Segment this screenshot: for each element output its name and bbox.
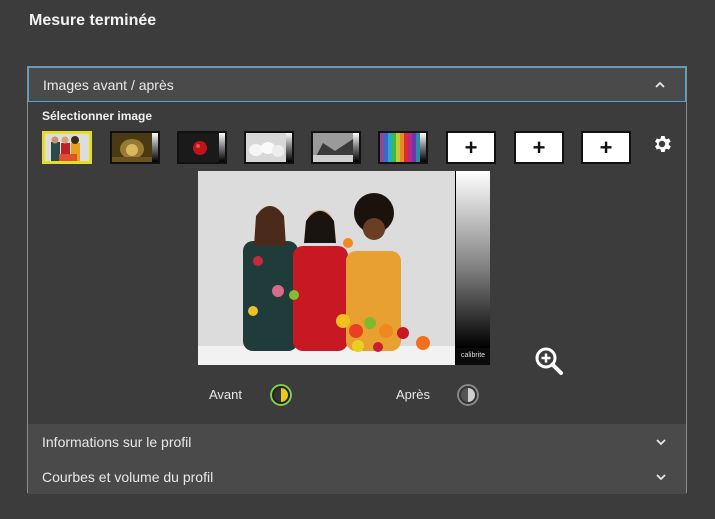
gear-icon[interactable]: [651, 133, 673, 155]
grey-strip: [420, 133, 426, 162]
grey-strip: [152, 133, 158, 162]
color-bars-thumbnail-image: [380, 133, 420, 162]
preview-image: calibrite: [198, 171, 490, 365]
bw-thumbnail-image: [313, 133, 353, 162]
thumbnail-add-3[interactable]: +: [581, 131, 631, 164]
thumbnail-bw-landscape[interactable]: [311, 131, 361, 164]
plus-icon: +: [464, 134, 478, 160]
chevron-down-icon: [656, 438, 666, 445]
thumbnail-add-2[interactable]: +: [514, 131, 564, 164]
thumbnail-red-apple[interactable]: [177, 131, 227, 164]
accordion-before-after-label: Images avant / après: [43, 76, 174, 93]
thumbnail-tunnel[interactable]: [110, 131, 160, 164]
page-title: Mesure terminée: [29, 12, 157, 29]
thumbnail-add-1[interactable]: +: [446, 131, 496, 164]
apple-thumbnail-image: [179, 133, 219, 162]
eggs-thumbnail-image: [246, 133, 286, 162]
preview-photo: [198, 171, 455, 365]
accordion-profile-curves-label: Courbes et volume du profil: [42, 468, 214, 485]
portrait-thumbnail-image: [45, 134, 89, 161]
chevron-down-icon: [656, 473, 666, 480]
thumbnail-color-bars[interactable]: [378, 131, 428, 164]
plus-icon: +: [532, 134, 546, 160]
accordion-before-after-header[interactable]: Images avant / après: [28, 67, 686, 102]
accordion-profile-info-header[interactable]: Informations sur le profil: [28, 424, 686, 459]
zoom-in-icon[interactable]: [534, 346, 564, 376]
accordion-profile-info-label: Informations sur le profil: [42, 433, 192, 450]
after-label: Après: [396, 387, 430, 402]
grey-ramp: [456, 171, 490, 348]
grey-strip: [219, 133, 225, 162]
thumbnail-portrait[interactable]: [42, 131, 92, 164]
three-women-photo: [198, 171, 455, 365]
before-label: Avant: [209, 387, 243, 402]
chevron-up-icon: [655, 81, 665, 88]
before-after-panel: Images avant / après Sélectionner image: [27, 66, 687, 494]
select-image-label: Sélectionner image: [42, 109, 153, 123]
accordion-profile-curves-header[interactable]: Courbes et volume du profil: [28, 459, 686, 494]
after-toggle-icon[interactable]: [457, 384, 479, 406]
brand-label: calibrite: [460, 352, 486, 359]
grey-strip: [286, 133, 292, 162]
before-toggle-icon[interactable]: [270, 384, 292, 406]
grey-strip: [353, 133, 359, 162]
plus-icon: +: [599, 134, 613, 160]
thumbnail-white-eggs[interactable]: [244, 131, 294, 164]
tunnel-thumbnail-image: [112, 133, 152, 162]
